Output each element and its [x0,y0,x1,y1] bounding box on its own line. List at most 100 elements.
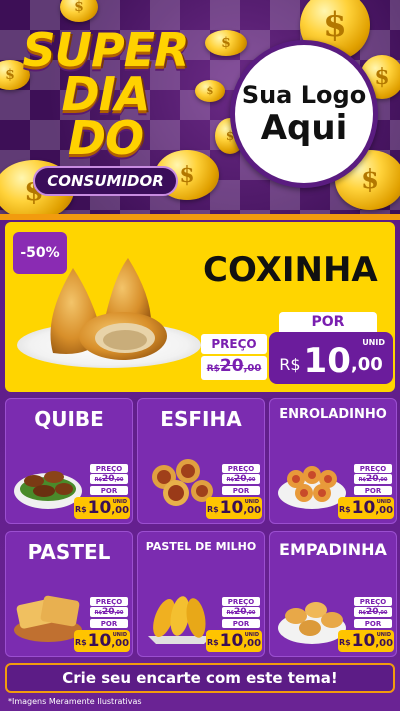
price-cents: ,00 [243,505,262,516]
preco-label: PREÇO [354,464,392,473]
old-price-cents: ,00 [114,477,124,483]
price-currency: R$ [206,505,219,514]
unit-label: UNID [244,499,259,505]
product-card-5[interactable]: PASTEL DE MILHO PREÇO R$ 20 ,00 POR UNID… [137,531,265,657]
old-price-currency: R$ [226,477,234,483]
logo-text-line-2: Aqui [260,108,348,148]
title-line-2: DIA DO [61,67,151,165]
product-card-6[interactable]: EMPADINHA PREÇO R$ 20 ,00 POR UNID R$ 10… [269,531,397,657]
old-price-currency: R$ [358,610,366,616]
old-price: R$ 20 ,00 [222,474,260,484]
coxinha-image [50,258,167,360]
sale-price: UNID R$ 10 ,00 [269,332,393,384]
price-currency: R$ [279,355,301,374]
old-price-integer: 20 [101,474,115,484]
sale-price: UNID R$ 10 ,00 [74,497,130,519]
old-price-currency: R$ [94,477,102,483]
price-currency: R$ [206,638,219,647]
por-label: POR [279,312,377,332]
product-name: QUIBE [34,407,104,431]
product-card-2[interactable]: ESFIHA PREÇO R$ 20 ,00 POR UNID R$ 10 ,0… [137,398,265,524]
unit-label: UNID [376,499,391,505]
product-name: PASTEL [27,540,111,564]
old-price-currency: R$ [226,610,234,616]
price-integer: 10 [351,631,376,651]
old-price-currency: R$ [358,477,366,483]
product-card-3[interactable]: ENROLADINHO PREÇO R$ 20 ,00 POR UNID R$ … [269,398,397,524]
unit-label: UNID [376,632,391,638]
coin-icon: $ [205,30,247,56]
divider [0,214,400,220]
price-currency: R$ [74,638,87,647]
por-label: POR [354,619,392,628]
old-price-integer: 20 [365,607,379,617]
unit-label: UNID [112,499,127,505]
price-currency: R$ [338,638,351,647]
coin-icon: $ [195,80,225,102]
price-cents: ,00 [375,505,394,516]
product-name: EMPADINHA [279,540,387,559]
sale-price: UNID R$ 10 ,00 [206,497,262,519]
product-name: COXINHA [203,250,378,290]
product-card-4[interactable]: PASTEL PREÇO R$ 20 ,00 POR UNID R$ 10 ,0… [5,531,133,657]
old-price-integer: 20 [101,607,115,617]
por-label: POR [90,486,128,495]
old-price-cents: ,00 [243,363,262,374]
logo-placeholder[interactable]: Sua Logo Aqui [230,40,378,188]
old-price-cents: ,00 [246,477,256,483]
price-currency: R$ [338,505,351,514]
unit-label: UNID [112,632,127,638]
disclaimer: *Imagens Meramente Ilustrativas [8,697,142,706]
old-price-integer: 20 [365,474,379,484]
product-name: ENROLADINHO [279,407,387,422]
price-integer: 10 [219,498,244,518]
logo-text-line-1: Sua Logo [241,81,367,109]
old-price: R$ 20 ,00 [201,356,267,380]
old-price-integer: 20 [233,607,247,617]
por-label: POR [222,486,260,495]
old-price: R$ 20 ,00 [354,474,392,484]
price-cents: ,00 [350,354,383,375]
old-price-currency: R$ [206,364,220,374]
price-currency: R$ [74,505,87,514]
old-price-cents: ,00 [378,477,388,483]
price-cents: ,00 [111,638,130,649]
product-name: ESFIHA [160,407,242,431]
por-label: POR [354,486,392,495]
featured-product[interactable]: -50% COXINHA POR PREÇO R$ 20 ,00 UNID R$… [5,222,395,392]
por-label: POR [90,619,128,628]
title-line-1: SUPER [22,23,189,77]
price-integer: 10 [219,631,244,651]
cta-banner[interactable]: Crie seu encarte com este tema! [5,663,395,693]
preco-label: PREÇO [354,597,392,606]
subtitle-badge: CONSUMIDOR [33,166,178,196]
product-name: PASTEL DE MILHO [145,540,257,553]
preco-label: PREÇO [201,334,267,354]
old-price-currency: R$ [94,610,102,616]
price-integer: 10 [87,498,112,518]
price-integer: 10 [351,498,376,518]
sale-price: UNID R$ 10 ,00 [338,630,394,652]
header-banner: $ $ $ $ $ $ $ $ $ $ SUPER DIA DO CONSUMI… [0,0,400,218]
old-price: R$ 20 ,00 [90,474,128,484]
flyer-page: $ $ $ $ $ $ $ $ $ $ SUPER DIA DO CONSUMI… [0,0,400,711]
old-price-cents: ,00 [114,610,124,616]
product-card-1[interactable]: QUIBE PREÇO R$ 20 ,00 POR UNID R$ 10 ,00 [5,398,133,524]
old-price: R$ 20 ,00 [90,607,128,617]
sale-price: UNID R$ 10 ,00 [206,630,262,652]
event-title: SUPER DIA DO CONSUMIDOR [18,23,193,196]
por-label: POR [222,619,260,628]
preco-label: PREÇO [222,597,260,606]
preco-label: PREÇO [90,597,128,606]
old-price-integer: 20 [219,356,244,376]
unit-label: UNID [362,338,385,347]
price-cents: ,00 [375,638,394,649]
sale-price: UNID R$ 10 ,00 [74,630,130,652]
old-price-integer: 20 [233,474,247,484]
old-price-cents: ,00 [246,610,256,616]
old-price: R$ 20 ,00 [222,607,260,617]
old-price: R$ 20 ,00 [354,607,392,617]
unit-label: UNID [244,632,259,638]
price-integer: 10 [87,631,112,651]
price-cents: ,00 [243,638,262,649]
